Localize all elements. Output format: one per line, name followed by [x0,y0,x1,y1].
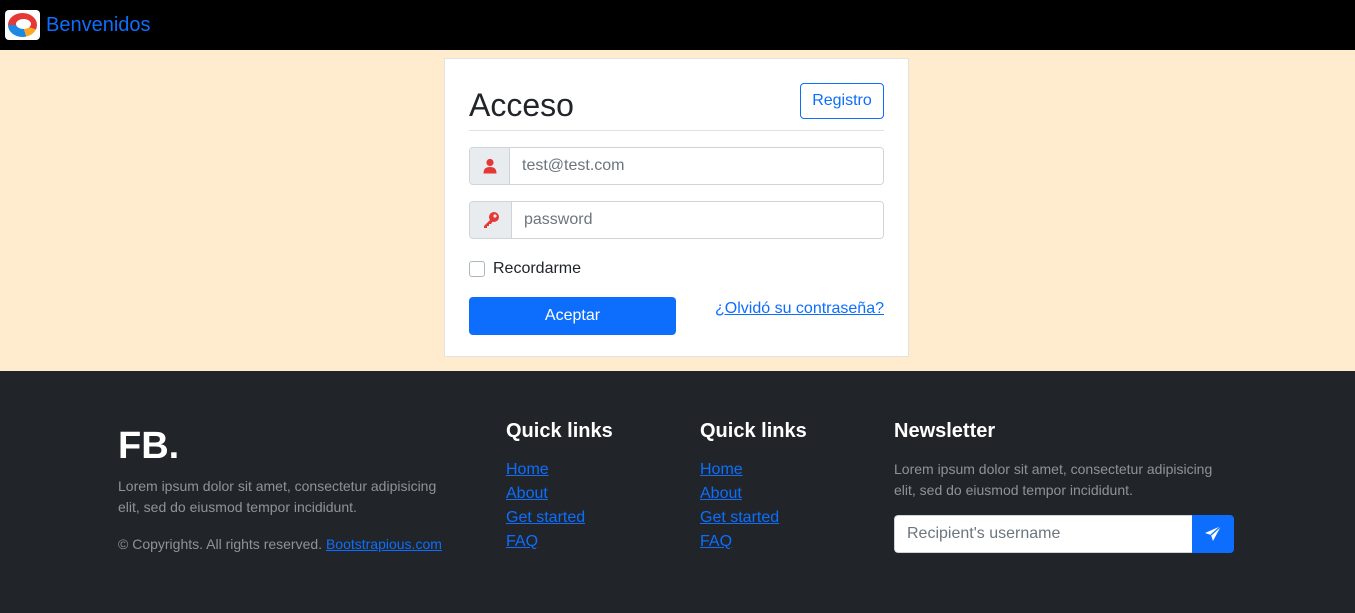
newsletter-column: Newsletter Lorem ipsum dolor sit amet, c… [894,420,1234,553]
remember-checkbox[interactable] [469,261,485,277]
newsletter-title: Newsletter [894,420,996,442]
footer: FB. Lorem ipsum dolor sit amet, consecte… [0,371,1355,613]
footer-copyright: © Copyrights. All rights reserved. Boots… [118,536,442,552]
footer-link-home[interactable]: Home [700,461,743,478]
remember-row: Recordarme [469,259,884,279]
login-actions: Aceptar ¿Olvidó su contraseña? [469,297,884,335]
footer-link-about[interactable]: About [700,485,742,502]
paper-plane-icon [1205,525,1222,541]
forgot-password-link[interactable]: ¿Olvidó su contraseña? [715,300,884,318]
register-button[interactable]: Registro [800,83,884,119]
copyright-link[interactable]: Bootstrapious.com [326,536,442,552]
password-input[interactable] [512,202,883,238]
remember-label[interactable]: Recordarme [493,260,581,278]
footer-brand: FB. [118,425,180,467]
list-item: FAQ [700,533,807,557]
newsletter-send-button[interactable] [1192,515,1234,553]
newsletter-input[interactable] [894,515,1192,553]
list-item: Home [506,461,613,485]
quick-links-column-1: Quick links Home About Get started FAQ [506,420,613,557]
list-item: Home [700,461,807,485]
login-title: Acceso [469,87,574,123]
newsletter-form [894,515,1234,553]
copyright-text: © Copyrights. All rights reserved. [118,536,326,552]
email-input[interactable] [510,148,883,184]
quick-links-column-2: Quick links Home About Get started FAQ [700,420,807,557]
footer-description: Lorem ipsum dolor sit amet, consectetur … [118,478,437,515]
login-card-header: Acceso Registro [469,83,884,131]
footer-link-get-started[interactable]: Get started [700,509,779,526]
login-card: Acceso Registro Recordarme Aceptar ¿Olvi… [444,58,909,357]
email-input-group [469,147,884,185]
footer-link-about[interactable]: About [506,485,548,502]
list-item: Get started [700,509,807,533]
list-item: Get started [506,509,613,533]
brand-logo[interactable] [5,10,40,40]
footer-link-faq[interactable]: FAQ [506,533,538,550]
user-icon [470,148,510,184]
footer-link-home[interactable]: Home [506,461,549,478]
quick-links-list: Home About Get started FAQ [700,461,807,557]
submit-button[interactable]: Aceptar [469,297,676,335]
top-navbar: Benvenidos [0,0,1355,50]
list-item: About [506,485,613,509]
quick-links-list: Home About Get started FAQ [506,461,613,557]
list-item: About [700,485,807,509]
brand-link[interactable]: Benvenidos [46,14,151,37]
newsletter-description: Lorem ipsum dolor sit amet, consectetur … [894,461,1213,498]
list-item: FAQ [506,533,613,557]
footer-link-get-started[interactable]: Get started [506,509,585,526]
quick-links-title: Quick links [700,420,807,442]
password-input-group [469,201,884,239]
logo-center [16,19,31,29]
key-icon [470,202,512,238]
quick-links-title: Quick links [506,420,613,442]
footer-link-faq[interactable]: FAQ [700,533,732,550]
